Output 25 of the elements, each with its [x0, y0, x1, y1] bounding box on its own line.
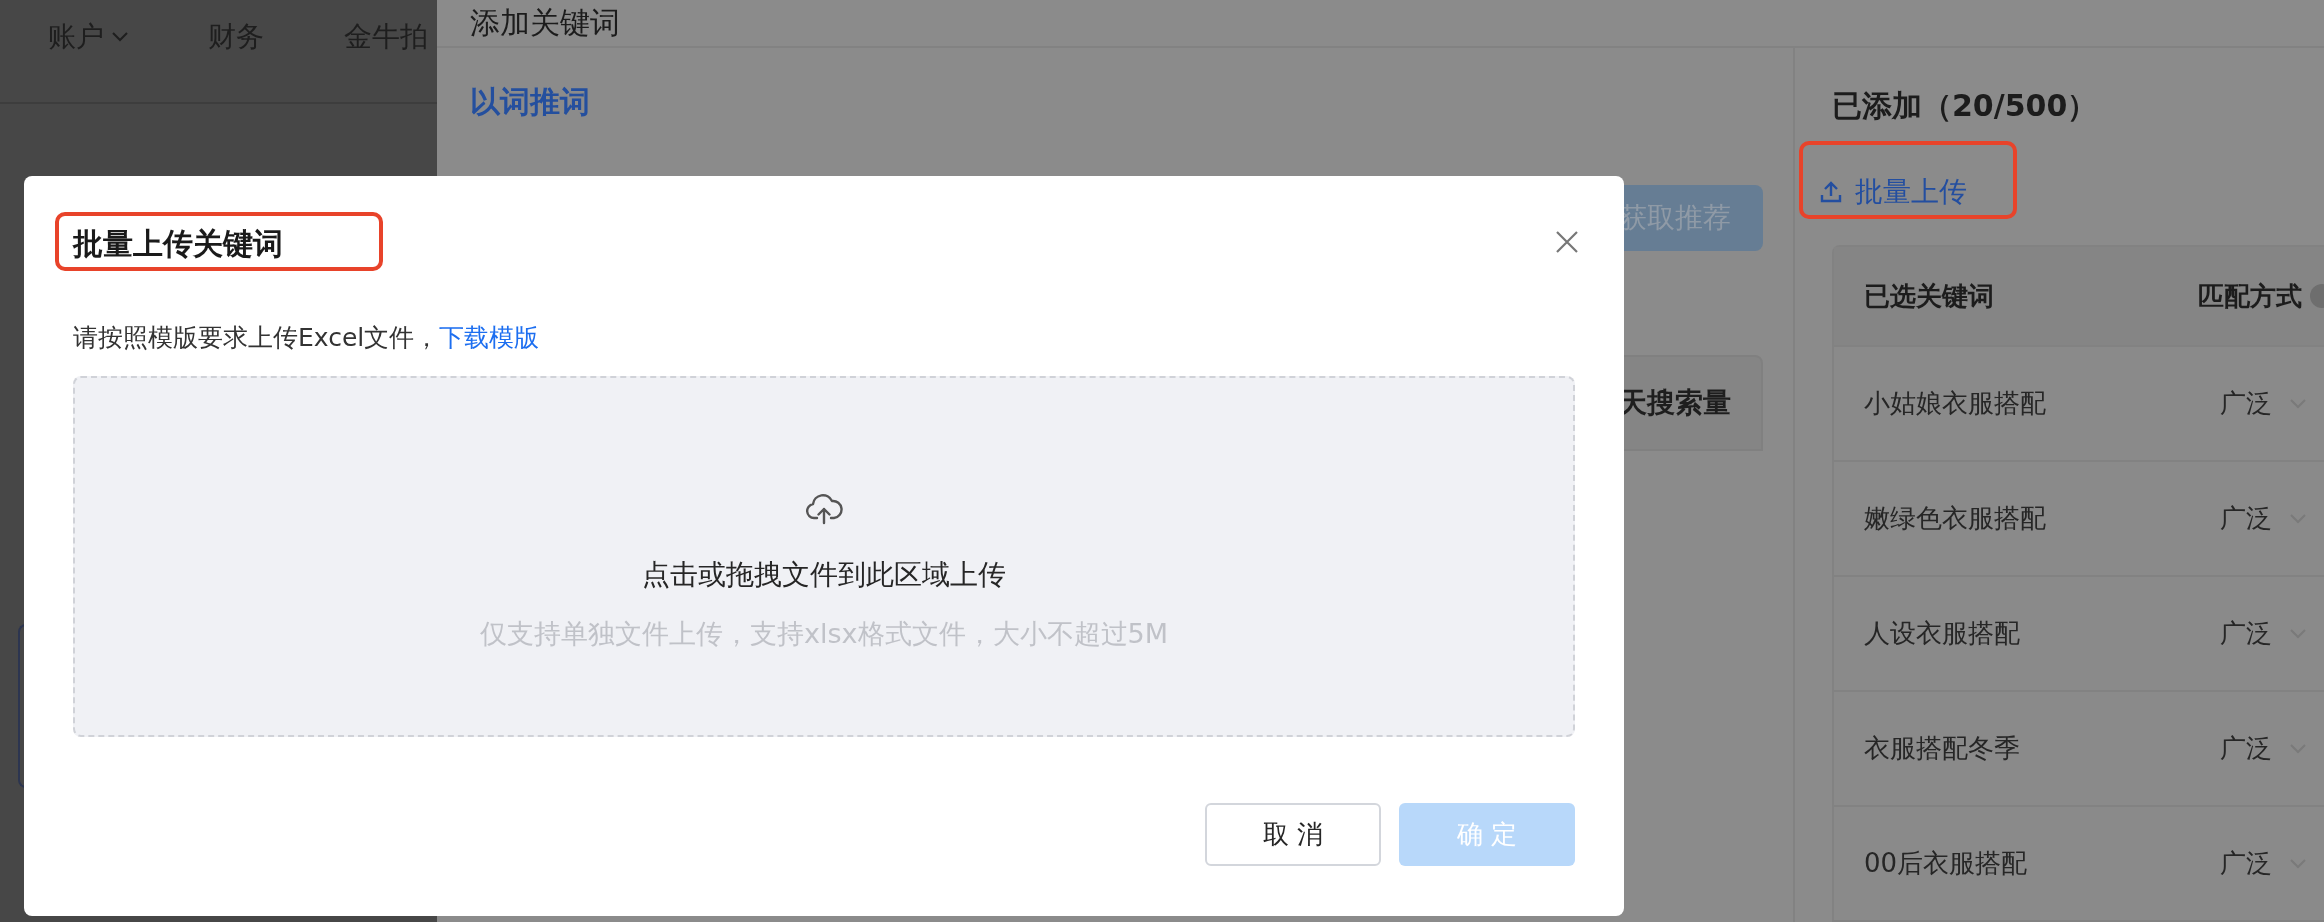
- upload-link[interactable]: 批量上传: [1819, 173, 1967, 211]
- table-cell-text: 人设衣服搭配: [1864, 617, 2021, 650]
- dialog-title: 批量上传关键词: [73, 226, 283, 261]
- table-cell-text: 00后衣服搭配: [1864, 847, 2029, 880]
- match-select[interactable]: 广泛: [2220, 501, 2306, 536]
- cancel-button[interactable]: 取 消: [1205, 803, 1381, 866]
- table-cell-text: 嫩绿色衣服搭配: [1864, 502, 2047, 535]
- chevron-down-icon: [112, 32, 128, 42]
- upload-icon: [1819, 180, 1843, 204]
- download-template-link[interactable]: 下载模版: [439, 323, 540, 352]
- table-cell-text: 衣服搭配冬季: [1864, 732, 2021, 765]
- column-header: 已选关键词: [1864, 279, 1995, 313]
- match-select[interactable]: 广泛: [2220, 731, 2306, 766]
- cloud-upload-icon: [805, 491, 843, 526]
- added-title: 已添加（20/500）: [1832, 87, 2098, 125]
- match-select[interactable]: 广泛: [2220, 846, 2306, 881]
- instruction-text: 请按照模版要求上传Excel文件，下载模版: [73, 322, 541, 354]
- section-title: 以词推词: [470, 83, 590, 121]
- dropzone-text: 点击或拖拽文件到此区域上传: [642, 556, 1006, 593]
- column-header: 匹配方式: [2198, 279, 2302, 313]
- close-button[interactable]: [1555, 229, 1579, 254]
- table-cell-text: 小姑娘衣服搭配: [1864, 387, 2047, 420]
- match-select[interactable]: 广泛: [2220, 386, 2306, 421]
- drawer-title: 添加关键词: [470, 3, 620, 42]
- match-select[interactable]: 广泛: [2220, 616, 2306, 651]
